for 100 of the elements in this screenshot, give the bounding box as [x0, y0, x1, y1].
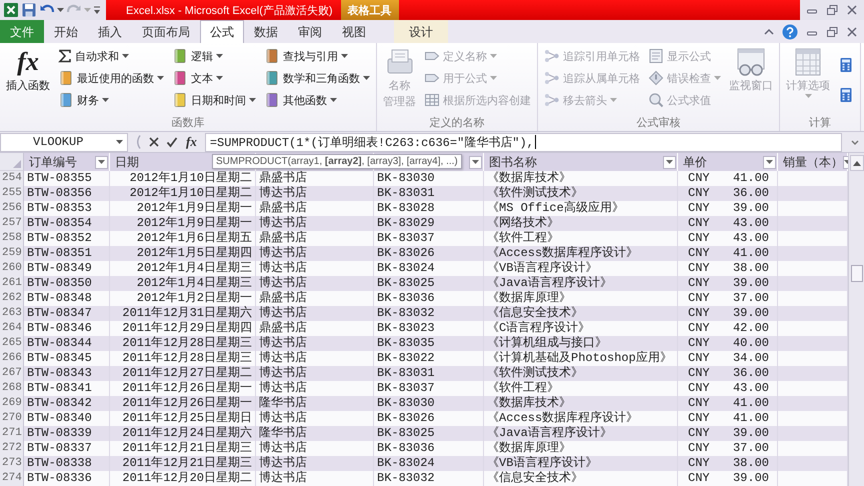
row-number: 262 — [0, 291, 24, 307]
price-value: 41.00 — [732, 246, 769, 262]
row-number: 263 — [0, 306, 24, 322]
row-number: 256 — [0, 201, 24, 217]
scroll-thumb[interactable] — [850, 265, 862, 282]
ribbon-tab[interactable]: 视图 — [332, 20, 376, 43]
enter-icon[interactable] — [166, 136, 178, 148]
save-icon[interactable] — [21, 2, 37, 18]
ribbon-button[interactable]: 财务 — [55, 89, 167, 111]
caret-icon — [490, 54, 497, 58]
ribbon-button[interactable]: 数学和三角函数 — [261, 67, 373, 89]
currency-code: CNY — [688, 246, 710, 262]
filter-button[interactable] — [663, 156, 676, 168]
currency-code: CNY — [688, 321, 710, 337]
ribbon-tab[interactable]: 数据 — [244, 20, 288, 43]
name-box[interactable]: VLOOKUP — [0, 132, 128, 152]
caret-icon — [157, 76, 164, 80]
ribbon-tab[interactable]: 设计 — [394, 20, 448, 43]
row-number: 270 — [0, 411, 24, 427]
ribbon-tab[interactable]: 开始 — [44, 20, 88, 43]
currency-code: CNY — [688, 261, 710, 277]
collapse-ribbon-icon[interactable] — [764, 26, 774, 36]
restore-icon[interactable] — [826, 26, 838, 38]
spreadsheet-logo-icon — [3, 2, 19, 18]
currency-code: CNY — [688, 306, 710, 322]
price-value: 37.00 — [732, 291, 769, 307]
ribbon-tab[interactable]: 插入 — [88, 20, 132, 43]
table-cell: BK-83032 — [374, 471, 484, 486]
ribbon-button[interactable]: 其他函数 — [261, 89, 373, 111]
row-number: 266 — [0, 351, 24, 367]
column-header: 订单编号 — [29, 154, 77, 171]
price-value: 34.00 — [732, 351, 769, 367]
currency-code: CNY — [688, 396, 710, 412]
vertical-scrollbar[interactable] — [848, 153, 864, 486]
close-icon[interactable] — [846, 26, 858, 38]
column-header: 销量（本） — [783, 154, 843, 171]
price-value: 41.00 — [732, 396, 769, 412]
ribbon-button[interactable]: 自动求和 — [55, 45, 167, 67]
magnifier-icon — [648, 92, 664, 108]
book-icon — [172, 48, 188, 64]
book-icon — [172, 70, 188, 86]
caret-icon — [84, 8, 91, 12]
currency-code: CNY — [688, 366, 710, 382]
row-number: 257 — [0, 216, 24, 232]
currency-code: CNY — [688, 216, 710, 232]
price-value: 41.00 — [732, 171, 769, 187]
sheet-icon — [648, 48, 664, 64]
close-icon[interactable] — [846, 4, 858, 16]
filter-button[interactable] — [763, 156, 776, 168]
formula-field[interactable]: =SUMPRODUCT(1*(订单明细表!C263:c636="隆华书店"), — [204, 132, 842, 152]
row-number: 264 — [0, 321, 24, 337]
glasses-icon — [735, 47, 767, 77]
function-symbol: fx — [17, 47, 39, 77]
price-value: 39.00 — [732, 471, 769, 486]
row-number: 254 — [0, 171, 24, 187]
sigma-icon — [58, 49, 72, 63]
currency-code: CNY — [688, 336, 710, 352]
price-value: 43.00 — [732, 231, 769, 247]
caret-icon — [363, 76, 370, 80]
caret-icon — [249, 98, 256, 102]
ribbon-tab[interactable]: 公式 — [200, 20, 244, 43]
ribbon-button[interactable]: 最近使用的函数 — [55, 67, 167, 89]
customize-menu-icon[interactable] — [93, 4, 101, 16]
book-icon — [264, 70, 280, 86]
price-value: 39.00 — [732, 276, 769, 292]
insert-function-button[interactable]: fx — [184, 134, 199, 150]
grip-icon — [134, 134, 142, 150]
calculator-icon[interactable] — [839, 87, 853, 103]
restore-icon[interactable] — [826, 4, 838, 16]
ribbon-button[interactable]: fx 插入函数 — [3, 45, 53, 115]
ribbon-button[interactable]: 查找与引用 — [261, 45, 373, 67]
group-label: 定义的名称 — [428, 115, 486, 131]
table-cell: 《信息安全技术》 — [484, 471, 678, 486]
calculator-icon[interactable] — [839, 57, 853, 73]
caret-icon — [98, 160, 105, 164]
cancel-icon[interactable] — [148, 136, 160, 148]
row-number: 265 — [0, 336, 24, 352]
scroll-up-button[interactable] — [850, 155, 864, 171]
row-number: 274 — [0, 471, 24, 486]
ribbon-button[interactable]: 文本 — [169, 67, 259, 89]
filter-button[interactable] — [95, 156, 108, 168]
calculator-icon — [793, 47, 823, 77]
table-icon — [424, 92, 440, 108]
ribbon-tab[interactable]: 页面布局 — [132, 20, 200, 43]
ribbon-button[interactable]: 逻辑 — [169, 45, 259, 67]
filter-button[interactable] — [469, 156, 482, 168]
help-icon[interactable] — [782, 24, 798, 40]
ribbon-tab[interactable]: 文件 — [0, 20, 44, 43]
price-value: 36.00 — [732, 366, 769, 382]
group-label: 计算 — [808, 115, 832, 131]
row-number: 261 — [0, 276, 24, 292]
book-icon — [264, 92, 280, 108]
currency-code: CNY — [688, 291, 710, 307]
row-number: 269 — [0, 396, 24, 412]
row-number: 267 — [0, 366, 24, 382]
caret-icon — [122, 54, 129, 58]
row-number: 255 — [0, 186, 24, 202]
ribbon-button[interactable]: 日期和时间 — [169, 89, 259, 111]
ribbon-tab[interactable]: 审阅 — [288, 20, 332, 43]
currency-code: CNY — [688, 411, 710, 427]
